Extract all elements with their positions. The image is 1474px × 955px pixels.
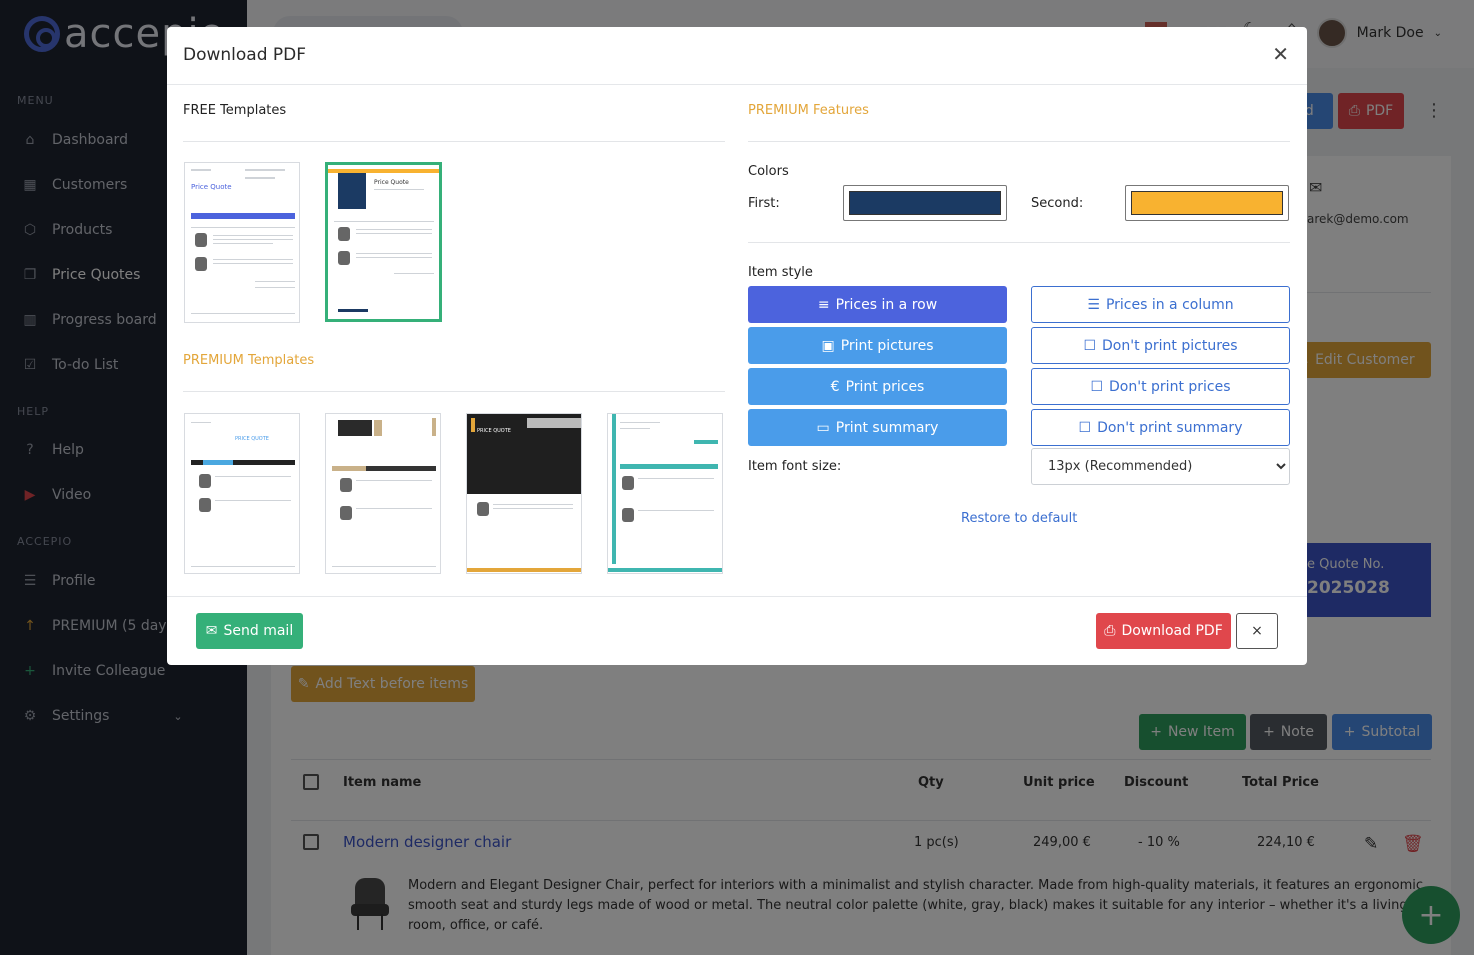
item-style-label: Item style [748, 265, 813, 280]
send-mail-button[interactable]: ✉ Send mail [196, 613, 303, 649]
square-icon: ☐ [1083, 337, 1096, 354]
second-color-picker[interactable] [1125, 185, 1289, 221]
dont-print-summary-button[interactable]: ☐ Don't print summary [1031, 409, 1290, 446]
prices-in-row-button[interactable]: ≡ Prices in a row [748, 286, 1007, 323]
first-color-label: First: [748, 196, 780, 211]
second-color-label: Second: [1031, 196, 1084, 211]
divider [183, 141, 725, 142]
colors-label: Colors [748, 164, 789, 179]
mail-icon: ✉ [205, 623, 218, 639]
second-color-swatch [1131, 191, 1283, 215]
free-templates-heading: FREE Templates [183, 103, 287, 118]
euro-icon: € [830, 378, 840, 395]
print-pictures-button[interactable]: ▣ Print pictures [748, 327, 1007, 364]
premium-features-heading: PREMIUM Features [748, 103, 869, 118]
dont-print-prices-button[interactable]: ☐ Don't print prices [1031, 368, 1290, 405]
template-premium-1[interactable]: PRICE QUOTE [184, 413, 300, 574]
download-pdf-modal: Download PDF ✕ FREE Templates Price Quot… [167, 27, 1307, 665]
template-premium-4[interactable] [607, 413, 723, 574]
close-icon[interactable]: ✕ [1272, 42, 1289, 66]
print-prices-button[interactable]: € Print prices [748, 368, 1007, 405]
square-icon: ☐ [1090, 378, 1104, 395]
template-free-1[interactable]: Price Quote [184, 162, 300, 323]
summary-icon: ▭ [816, 419, 830, 436]
dont-print-pictures-button[interactable]: ☐ Don't print pictures [1031, 327, 1290, 364]
divider [748, 242, 1290, 243]
modal-header: Download PDF ✕ [167, 27, 1307, 85]
premium-templates-heading: PREMIUM Templates [183, 353, 315, 368]
square-icon: ☐ [1078, 419, 1092, 436]
item-font-size-label: Item font size: [748, 459, 842, 474]
list-column-icon: ☰ [1087, 296, 1100, 313]
printer-icon: ⎙ [1104, 623, 1116, 639]
first-color-picker[interactable] [843, 185, 1007, 221]
modal-title: Download PDF [183, 45, 307, 65]
item-font-size-select[interactable]: 13px (Recommended) [1031, 448, 1290, 485]
template-premium-2[interactable] [325, 413, 441, 574]
divider [748, 141, 1290, 142]
divider [183, 391, 725, 392]
print-summary-button[interactable]: ▭ Print summary [748, 409, 1007, 446]
download-pdf-button[interactable]: ⎙ Download PDF [1096, 613, 1231, 649]
restore-default-link[interactable]: Restore to default [961, 511, 1077, 526]
list-icon: ≡ [817, 296, 830, 313]
modal-footer: ✉ Send mail ⎙ Download PDF × [167, 596, 1307, 665]
first-color-swatch [849, 191, 1001, 215]
template-free-2-selected[interactable]: Price Quote [325, 162, 442, 322]
template-premium-3[interactable]: PRICE QUOTE [466, 413, 582, 574]
prices-in-column-button[interactable]: ☰ Prices in a column [1031, 286, 1290, 323]
image-icon: ▣ [821, 337, 835, 354]
modal-cancel-button[interactable]: × [1236, 613, 1278, 649]
